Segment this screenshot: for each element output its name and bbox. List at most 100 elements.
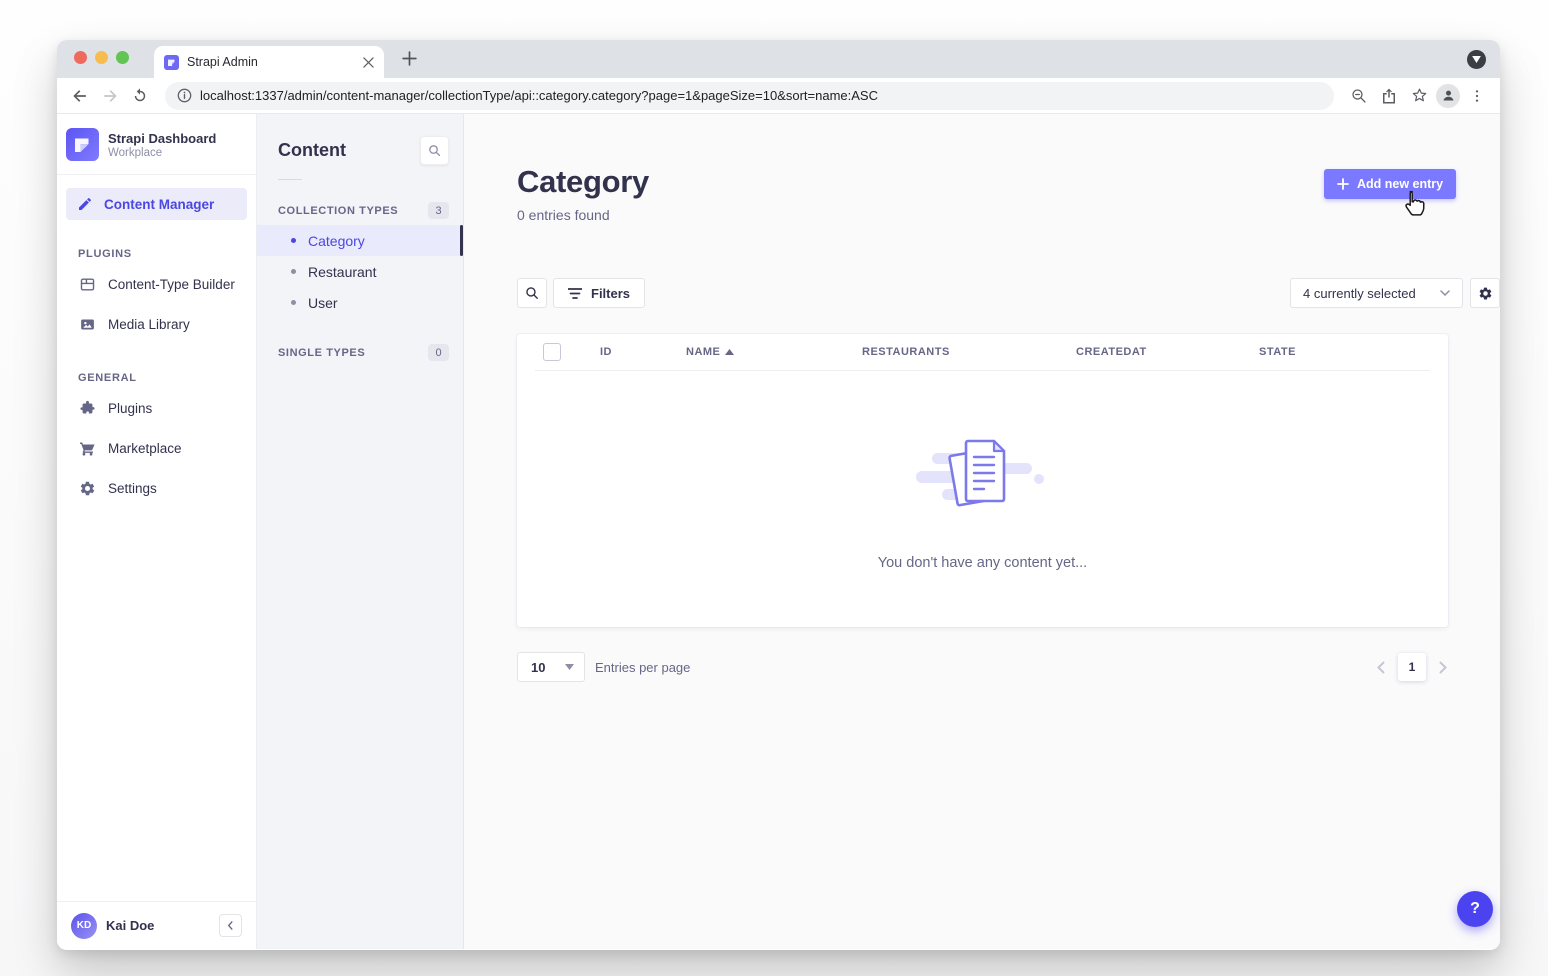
browser-tab-bar: Strapi Admin: [57, 40, 1500, 78]
window-zoom-button[interactable]: [116, 51, 129, 64]
sidebar-item-label: Marketplace: [108, 441, 182, 456]
bullet-icon: [291, 300, 296, 305]
table-header-row: ID NAME RESTAURANTS CREATEDAT STATE: [517, 334, 1448, 371]
column-header-id[interactable]: ID: [600, 346, 612, 358]
window-close-button[interactable]: [74, 51, 87, 64]
sidebar-item-media-library[interactable]: Media Library: [57, 304, 256, 344]
panel-title: Content: [278, 140, 346, 161]
list-toolbar: Filters 4 currently selected: [517, 278, 1500, 308]
content-types-panel: Content COLLECTION TYPES 3 Category Res: [257, 114, 464, 949]
zoom-page-icon[interactable]: [1346, 83, 1372, 109]
window-controls: [74, 51, 129, 64]
sidebar-item-label: Content-Type Builder: [108, 277, 235, 292]
browser-toolbar: localhost:1337/admin/content-manager/col…: [57, 78, 1500, 114]
collection-types-count-badge: 3: [428, 202, 449, 219]
empty-state: You don't have any content yet...: [517, 371, 1448, 627]
strapi-admin-app: Strapi Dashboard Workplace Content Manag…: [57, 114, 1500, 949]
strapi-favicon-icon: [164, 55, 179, 70]
browser-profile-icon[interactable]: [1436, 84, 1460, 108]
back-icon[interactable]: [67, 83, 93, 109]
next-page-icon[interactable]: [1439, 661, 1448, 674]
collection-view: Category 0 entries found Add new entry F…: [464, 114, 1500, 949]
reload-icon[interactable]: [127, 83, 153, 109]
sidebar-item-content-type-builder[interactable]: Content-Type Builder: [57, 264, 256, 304]
sidebar-item-plugins[interactable]: Plugins: [57, 388, 256, 428]
plus-icon: [1337, 178, 1349, 190]
column-header-restaurants[interactable]: RESTAURANTS: [862, 346, 950, 358]
sidebar-item-label: Plugins: [108, 401, 152, 416]
browser-tab[interactable]: Strapi Admin: [154, 46, 384, 78]
desktop-background: Strapi Admin: [0, 0, 1548, 976]
content-manager-pencil-icon: [76, 196, 94, 212]
share-icon[interactable]: [1376, 83, 1402, 109]
sidebar-item-content-manager[interactable]: Content Manager: [66, 188, 247, 220]
column-header-state[interactable]: STATE: [1259, 346, 1296, 358]
new-tab-icon[interactable]: [401, 50, 418, 67]
collection-type-label: Restaurant: [308, 264, 376, 280]
sidebar-collapse-button[interactable]: [219, 914, 242, 937]
entries-per-page-label: Entries per page: [595, 660, 690, 675]
settings-gear-icon: [78, 480, 96, 497]
tab-title: Strapi Admin: [187, 55, 355, 69]
sidebar-footer: KD Kai Doe: [57, 901, 256, 949]
filters-label: Filters: [591, 286, 630, 301]
collection-types-label: COLLECTION TYPES: [278, 205, 398, 217]
chevron-down-icon: [565, 664, 574, 670]
page-title: Category: [517, 164, 649, 200]
filters-button[interactable]: Filters: [553, 278, 645, 308]
column-header-createdat[interactable]: CREATEDAT: [1076, 346, 1147, 358]
help-button[interactable]: ?: [1457, 891, 1493, 927]
forward-icon[interactable]: [97, 83, 123, 109]
browser-window: Strapi Admin: [57, 40, 1500, 950]
select-all-checkbox[interactable]: [543, 343, 561, 361]
workspace-name: Workplace: [108, 147, 216, 159]
add-new-entry-label: Add new entry: [1357, 177, 1443, 191]
content-search-button[interactable]: [420, 136, 449, 165]
recording-indicator-icon[interactable]: [1467, 50, 1486, 69]
workspace-titles: Strapi Dashboard Workplace: [108, 131, 216, 159]
page-header: Category 0 entries found: [517, 164, 649, 223]
tab-close-icon[interactable]: [363, 57, 374, 68]
fields-selected-dropdown[interactable]: 4 currently selected: [1290, 278, 1463, 308]
sort-ascending-icon[interactable]: [725, 349, 734, 355]
window-minimize-button[interactable]: [95, 51, 108, 64]
media-library-picture-icon: [78, 316, 96, 333]
previous-page-icon[interactable]: [1376, 661, 1385, 674]
url-bar[interactable]: localhost:1337/admin/content-manager/col…: [165, 82, 1334, 110]
page-size-select[interactable]: 10: [517, 652, 585, 682]
panel-scrollbar-thumb[interactable]: [460, 225, 463, 256]
sidebar-item-label: Content Manager: [104, 197, 214, 212]
page-number-button[interactable]: 1: [1398, 653, 1426, 681]
sidebar-item-settings[interactable]: Settings: [57, 468, 256, 508]
collection-type-restaurant[interactable]: Restaurant: [257, 256, 463, 287]
bullet-icon: [291, 269, 296, 274]
marketplace-cart-icon: [78, 440, 96, 457]
user-name: Kai Doe: [106, 918, 210, 933]
collection-type-category[interactable]: Category: [257, 225, 463, 256]
workspace-header[interactable]: Strapi Dashboard Workplace: [57, 114, 256, 175]
plugins-section-label: PLUGINS: [78, 248, 256, 260]
bookmark-star-icon[interactable]: [1406, 83, 1432, 109]
help-question-icon: ?: [1470, 900, 1480, 918]
content-type-builder-icon: [78, 276, 96, 293]
single-types-count-badge: 0: [428, 344, 449, 361]
browser-menu-dots-icon[interactable]: [1464, 83, 1490, 109]
fields-selected-value: 4 currently selected: [1303, 286, 1416, 301]
entries-count: 0 entries found: [517, 207, 649, 223]
table-settings-button[interactable]: [1470, 278, 1500, 308]
filter-icon: [568, 288, 582, 299]
entries-table: ID NAME RESTAURANTS CREATEDAT STATE: [517, 334, 1448, 627]
add-new-entry-button[interactable]: Add new entry: [1324, 169, 1456, 199]
site-info-icon[interactable]: [177, 88, 192, 103]
single-types-label: SINGLE TYPES: [278, 347, 365, 359]
sidebar-item-marketplace[interactable]: Marketplace: [57, 428, 256, 468]
sidebar-item-label: Settings: [108, 481, 157, 496]
empty-documents-illustration: [908, 427, 1058, 527]
empty-state-text: You don't have any content yet...: [878, 555, 1087, 571]
column-header-name[interactable]: NAME: [686, 346, 720, 358]
user-avatar[interactable]: KD: [71, 913, 97, 939]
table-search-button[interactable]: [517, 278, 547, 308]
collection-type-label: Category: [308, 233, 365, 249]
collection-type-user[interactable]: User: [257, 287, 463, 318]
strapi-logo: [66, 128, 99, 161]
